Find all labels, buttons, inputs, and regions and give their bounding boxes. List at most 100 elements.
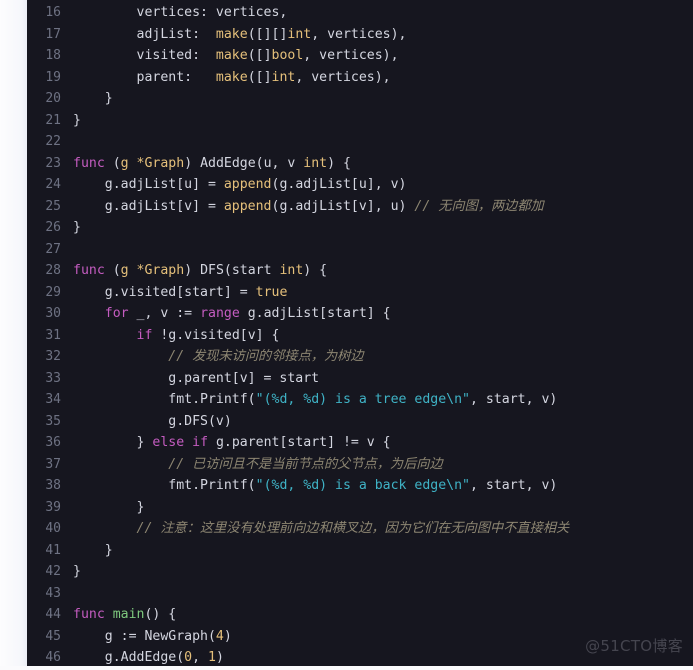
code-line[interactable]: 22 xyxy=(27,131,693,153)
code-token: make xyxy=(215,48,248,63)
code-token: if xyxy=(192,435,209,450)
code-token: g.adjList[u] = xyxy=(73,177,224,192)
code-line[interactable]: 43 xyxy=(27,583,693,605)
code-token: // 发现未访问的邻接点，为树边 xyxy=(168,349,364,364)
code-line[interactable]: 26} xyxy=(27,217,693,239)
code-line[interactable]: 30 for _, v := range g.adjList[start] { xyxy=(27,303,693,325)
code-token: visited: xyxy=(73,48,216,63)
code-line[interactable]: 39 } xyxy=(27,497,693,519)
code-token: ) { xyxy=(303,263,328,278)
line-number: 18 xyxy=(45,48,61,63)
code-line-text: g.adjList[u] = append(g.adjList[u], v) xyxy=(73,174,693,196)
code-token: g.adjList[start] { xyxy=(239,306,391,321)
code-line[interactable]: 37 // 已访问且不是当前节点的父节点，为后向边 xyxy=(27,454,693,476)
code-line[interactable]: 23 func (g *Graph) AddEdge(u, v int) { xyxy=(27,153,693,175)
code-line[interactable]: 35 g.DFS(v) xyxy=(27,411,693,433)
code-token: append xyxy=(223,198,272,214)
page-left-margin xyxy=(0,0,27,670)
code-token: ) DFS(start xyxy=(184,263,280,278)
code-token: func xyxy=(73,263,105,278)
code-content[interactable]: 16 vertices: vertices, 17 adjList: make([… xyxy=(27,0,693,669)
code-line[interactable]: 31 if !g.visited[v] { xyxy=(27,325,693,347)
site-watermark: @51CTO博客 xyxy=(585,637,683,655)
code-line[interactable]: 33 g.parent[v] = start xyxy=(27,368,693,390)
line-number: 21 xyxy=(45,112,61,128)
code-line[interactable]: 27 xyxy=(27,239,693,261)
code-line[interactable]: 38 fmt.Printf("(%d, %d) is a back edge\n… xyxy=(27,475,693,497)
code-token: int xyxy=(271,69,296,85)
code-token: } xyxy=(73,499,145,515)
code-token: fmt.Printf( xyxy=(73,478,256,493)
code-line-text: g.adjList[v] = append(g.adjList[v], u) /… xyxy=(73,196,693,218)
code-line-text: for _, v := range g.adjList[start] { xyxy=(73,303,693,325)
code-token: ) { xyxy=(327,155,351,171)
code-line[interactable]: 20 } xyxy=(27,88,693,110)
code-line-text: func main() { xyxy=(73,604,693,626)
code-token: , vertices), xyxy=(295,69,391,85)
line-number: 36 xyxy=(45,435,61,450)
code-line[interactable]: 28 func (g *Graph) DFS(start int) { xyxy=(27,260,693,282)
code-line-text: parent: make([]int, vertices), xyxy=(73,67,693,89)
code-line[interactable]: 17 adjList: make([][]int, vertices), xyxy=(27,24,693,46)
code-line-text: vertices: vertices, xyxy=(73,2,693,24)
code-line[interactable]: 18 visited: make([]bool, vertices), xyxy=(27,45,693,67)
code-line[interactable]: 40 // 注意：这里没有处理前向边和横叉边，因为它们在无向图中不直接相关 xyxy=(27,518,693,540)
code-token: ( xyxy=(104,263,121,278)
line-number: 30 xyxy=(45,306,61,321)
code-token: 0 xyxy=(184,650,193,665)
code-token: // 注意：这里没有处理前向边和横叉边，因为它们在无向图中不直接相关 xyxy=(136,521,570,536)
code-editor-panel[interactable]: 16 vertices: vertices, 17 adjList: make([… xyxy=(27,0,693,670)
line-number: 40 xyxy=(45,521,61,536)
code-token: append xyxy=(223,177,272,192)
line-number: 38 xyxy=(45,478,61,493)
code-token: } xyxy=(73,435,153,450)
page-bottom-edge xyxy=(0,666,693,670)
code-token: parent: xyxy=(73,69,216,85)
code-token: // 无向图，两边都加 xyxy=(414,198,544,214)
code-token: (g.adjList[u], v) xyxy=(271,177,407,192)
code-token: , start, v) xyxy=(470,392,558,407)
code-token: (g.adjList[v], u) xyxy=(271,198,415,214)
line-number: 28 xyxy=(45,263,61,278)
line-number: 43 xyxy=(45,585,61,601)
code-token: ( xyxy=(104,155,121,171)
code-token: ) xyxy=(223,628,232,644)
code-token: range xyxy=(200,306,240,321)
code-line[interactable]: 19 parent: make([]int, vertices), xyxy=(27,67,693,89)
code-token: , start, v) xyxy=(470,478,558,493)
code-line-text: fmt.Printf("(%d, %d) is a tree edge\n", … xyxy=(73,389,693,411)
code-line-text: } xyxy=(73,540,693,562)
code-token: _, v := xyxy=(128,306,201,321)
line-number: 23 xyxy=(45,155,61,171)
line-number: 34 xyxy=(45,392,61,407)
code-token: , xyxy=(192,650,208,665)
code-line[interactable]: 41 } xyxy=(27,540,693,562)
code-token: int xyxy=(303,155,328,171)
code-token: ) AddEdge(u, v xyxy=(184,155,304,171)
screenshot-root: 16 vertices: vertices, 17 adjList: make([… xyxy=(0,0,693,670)
code-line[interactable]: 44 func main() { xyxy=(27,604,693,626)
code-line[interactable]: 16 vertices: vertices, xyxy=(27,2,693,24)
code-line-text: func (g *Graph) DFS(start int) { xyxy=(73,260,693,282)
code-line[interactable]: 29 g.visited[start] = true xyxy=(27,282,693,304)
code-line[interactable]: 42} xyxy=(27,561,693,583)
line-number: 41 xyxy=(45,542,61,558)
code-token: "(%d, %d) is a back edge\n" xyxy=(255,478,470,493)
code-token: !g.visited[v] { xyxy=(152,327,280,343)
code-line[interactable]: 24 g.adjList[u] = append(g.adjList[u], v… xyxy=(27,174,693,196)
code-line[interactable]: 32 // 发现未访问的邻接点，为树边 xyxy=(27,346,693,368)
code-line[interactable]: 34 fmt.Printf("(%d, %d) is a tree edge\n… xyxy=(27,389,693,411)
code-line-text: } xyxy=(73,88,693,110)
code-line[interactable]: 25 g.adjList[v] = append(g.adjList[v], u… xyxy=(27,196,693,218)
line-number: 42 xyxy=(45,564,61,579)
line-number: 25 xyxy=(45,198,61,214)
code-line[interactable]: 21} xyxy=(27,110,693,132)
code-token: ) xyxy=(215,650,224,665)
code-line[interactable]: 36 } else if g.parent[start] != v { xyxy=(27,432,693,454)
code-line-text: } xyxy=(73,110,693,132)
code-token: // 已访问且不是当前节点的父节点，为后向边 xyxy=(168,456,443,472)
line-number: 44 xyxy=(45,607,61,622)
